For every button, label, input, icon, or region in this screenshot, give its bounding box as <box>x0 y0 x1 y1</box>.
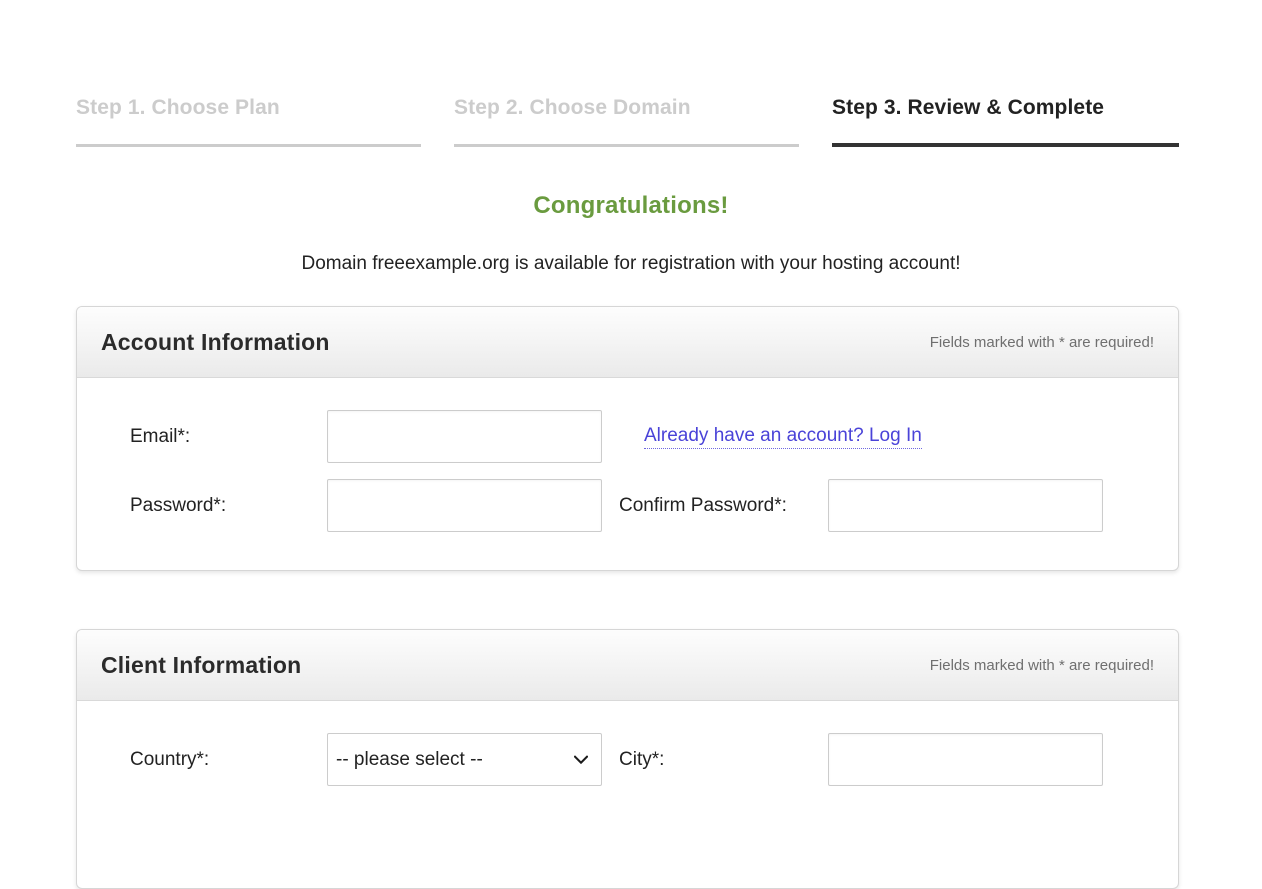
country-select[interactable]: -- please select -- <box>327 733 602 786</box>
client-panel-body: Country*: -- please select -- City*: <box>77 701 1178 794</box>
account-panel-header: Account Information Fields marked with *… <box>77 307 1178 378</box>
confirm-password-label: Confirm Password*: <box>619 494 787 516</box>
password-label: Password*: <box>130 494 227 516</box>
confirm-password-input[interactable] <box>828 479 1103 532</box>
stepper-step-3-underline <box>832 143 1179 147</box>
country-label: Country*: <box>130 748 210 770</box>
email-row: Email*: Already have an account? Log In <box>101 402 1154 471</box>
client-panel-title: Client Information <box>101 651 302 678</box>
account-information-panel: Account Information Fields marked with *… <box>76 306 1179 571</box>
client-panel-required-note: Fields marked with * are required! <box>929 656 1154 674</box>
stepper-step-choose-plan[interactable]: Step 1. Choose Plan <box>76 96 421 147</box>
email-label: Email*: <box>130 425 191 447</box>
city-input[interactable] <box>828 733 1103 786</box>
domain-availability-message: Domain freeexample.org is available for … <box>301 253 961 274</box>
checkout-stepper: Step 1. Choose Plan Step 2. Choose Domai… <box>76 96 1179 147</box>
country-city-row: Country*: -- please select -- City*: <box>101 725 1154 794</box>
password-row: Password*: Confirm Password*: <box>101 471 1154 540</box>
congratulations-heading: Congratulations! <box>533 192 729 219</box>
client-information-panel: Client Information Fields marked with * … <box>76 629 1179 889</box>
password-input[interactable] <box>327 479 602 532</box>
email-input[interactable] <box>327 410 602 463</box>
client-panel-header: Client Information Fields marked with * … <box>77 630 1178 701</box>
stepper-step-1-underline <box>76 144 421 147</box>
city-label: City*: <box>619 748 665 770</box>
log-in-link[interactable]: Already have an account? Log In <box>644 425 922 449</box>
stepper-step-1-label: Step 1. Choose Plan <box>76 96 280 119</box>
stepper-step-3-label: Step 3. Review & Complete <box>832 96 1105 119</box>
stepper-step-2-underline <box>454 144 799 147</box>
account-panel-body: Email*: Already have an account? Log In … <box>77 378 1178 540</box>
country-select-wrapper: -- please select -- <box>327 733 602 786</box>
account-panel-required-note: Fields marked with * are required! <box>929 333 1154 351</box>
stepper-step-review-complete[interactable]: Step 3. Review & Complete <box>832 96 1179 147</box>
stepper-step-2-label: Step 2. Choose Domain <box>454 96 691 119</box>
stepper-step-choose-domain[interactable]: Step 2. Choose Domain <box>454 96 799 147</box>
account-panel-title: Account Information <box>101 328 330 355</box>
